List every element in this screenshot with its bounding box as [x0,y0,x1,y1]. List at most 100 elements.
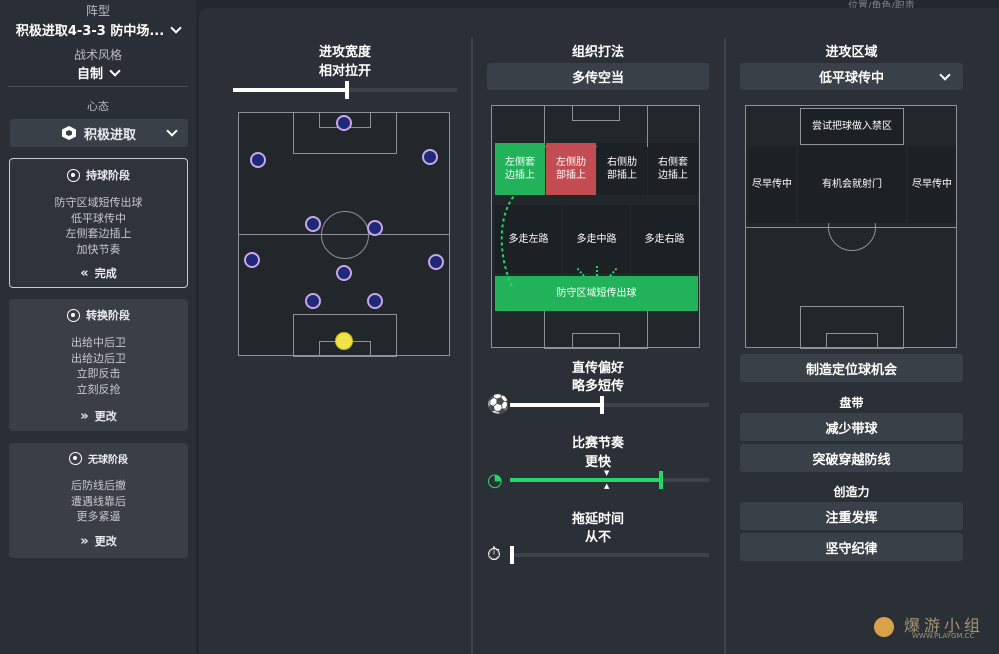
instruction-item: 左侧套边插上 [65,227,132,240]
phase-header: 持球阶段 [10,167,187,183]
double-chevron-right-icon: » [80,534,89,549]
instruction-item: 防守区域短传出球 [54,196,143,209]
column-divider [724,38,726,654]
dribble-less-label: 减少带球 [825,421,878,437]
phase-card-in-possession[interactable]: 持球阶段 防守区域短传出球 低平球传中 左侧套边插上 加快节奏 « 完成 [9,158,188,288]
set-piece-button[interactable]: 制造定位球机会 [740,354,963,382]
run-at-defence-button[interactable]: 突破穿越防线 [740,444,963,472]
zone-cross-early-right[interactable]: 尽早传中 [908,146,956,223]
chevron-down-icon [170,22,182,34]
tempo-recommended-marker: ▼ [604,469,610,477]
chevron-down-icon [109,65,121,77]
mentality-value: 积极进取 [83,127,136,143]
attack-width-slider-fill [233,88,345,92]
player-marker-rw[interactable] [422,149,438,165]
attack-width-value: 相对拉开 [318,64,371,79]
set-piece-label: 制造定位球机会 [805,362,897,378]
style-value: 自制 [76,67,103,82]
build-up-pitch: 左侧套 边插上 左侧肋 部插上 右侧肋 部插上 右侧套 边插上 多走左路 多走中… [491,105,700,349]
phase-card-out-of-possession[interactable]: 无球阶段 后防线后撤 遭遇线靠后 更多紧逼 » 更改 [9,443,188,558]
instruction-item: 后防线后撤 [71,479,126,492]
creativity-label: 创造力 [833,485,870,499]
double-chevron-right-icon: » [80,409,89,424]
mentality-icon [61,126,76,140]
tempo-title: 比赛节奏 [571,436,624,451]
transition-icon [67,308,80,322]
time-wasting-slider-handle[interactable] [510,546,514,564]
phase-title: 持球阶段 [86,169,130,182]
player-marker-st[interactable] [336,115,352,131]
watermark-url: WWW.PLAYGM.CC [912,632,975,640]
formation-value: 积极进取4-3-3 防中场... [15,24,165,39]
phase-change-button[interactable]: » 更改 [9,533,188,549]
build-up-value: 多传空当 [571,71,624,86]
time-wasting-title: 拖延时间 [571,512,624,527]
build-up-title: 组织打法 [571,45,624,60]
time-wasting-value: 从不 [584,530,611,545]
zone-shoot-on-sight[interactable]: 有机会就射门 [798,146,906,223]
player-marker-cm-left[interactable] [305,216,321,232]
time-wasting-slider-track[interactable] [510,553,709,557]
phase-card-transition[interactable]: 转换阶段 出给中后卫 出给边后卫 立即反击 立刻反抢 » 更改 [9,299,188,431]
player-marker-gk[interactable] [335,332,353,350]
style-selector[interactable]: 自制 [0,63,196,82]
passing-directness-title: 直传偏好 [571,361,624,376]
be-expressive-label: 注重发挥 [825,510,878,526]
player-marker-cb-right[interactable] [367,293,383,309]
tempo-slider-handle[interactable] [659,471,663,489]
phase-action-label: 更改 [94,410,117,423]
passing-slider-fill [510,403,600,407]
attacking-zone-pitch: 尝试把球做入禁区 尽早传中 有机会就射门 尽早传中 [745,105,957,349]
attack-width-title: 进攻宽度 [318,45,371,60]
attacking-zone-dropdown[interactable]: 低平球传中 [740,63,963,90]
run-at-defence-label: 突破穿越防线 [812,452,891,468]
instruction-item: 更多紧逼 [76,510,121,523]
column-divider [471,38,473,654]
style-label: 战术风格 [73,48,122,62]
goal-box-bottom [826,333,878,349]
attack-width-slider-handle[interactable] [345,81,349,99]
mentality-label: 心态 [87,100,109,113]
tactics-main-panel: 进攻宽度 相对拉开 组织打法 多传空当 左侧套 边插上 左侧肋 部插上 右侧肋 … [199,8,999,654]
player-marker-cm-right[interactable] [367,220,383,236]
phase-instructions: 出给中后卫 出给边后卫 立即反击 立刻反抢 [9,335,188,397]
phase-header: 无球阶段 [9,451,188,466]
passing-slider-handle[interactable] [600,396,604,414]
instruction-item: 立刻反抢 [76,382,121,396]
dribble-less-button[interactable]: 减少带球 [740,413,963,441]
watermark: 爆游小组 WWW.PLAYGM.CC [868,612,984,640]
player-marker-dm[interactable] [336,265,352,281]
instruction-item: 低平球传中 [71,211,126,225]
formation-pitch [238,112,450,357]
mentality-dropdown[interactable]: 积极进取 [10,119,188,147]
phase-action-label: 更改 [94,535,117,548]
player-marker-rb[interactable] [428,254,444,270]
chevron-down-icon [939,69,951,81]
zone-work-into-box[interactable]: 尝试把球做入禁区 [800,108,904,145]
phase-change-button[interactable]: » 更改 [9,408,188,424]
attacking-zone-value: 低平球传中 [818,71,884,86]
player-marker-lb[interactable] [244,252,260,268]
zone-cross-early-left[interactable]: 尽早传中 [748,146,796,223]
be-disciplined-button[interactable]: 坚守纪律 [740,533,963,561]
stopwatch-icon: ⏱ [487,544,502,565]
phase-done-button[interactable]: « 完成 [10,265,187,281]
formation-selector[interactable]: 积极进取4-3-3 防中场... [0,20,196,39]
speedometer-icon: ◔ [487,470,503,491]
player-marker-lw[interactable] [250,152,266,168]
instruction-item: 出给边后卫 [71,351,126,365]
phase-title: 无球阶段 [88,455,128,466]
ball-icon [67,168,80,182]
be-expressive-button[interactable]: 注重发挥 [740,502,963,530]
passing-directness-value: 略多短传 [571,379,624,394]
instruction-item: 加快节奏 [76,242,121,256]
instruction-item: 立即反击 [76,367,121,380]
formation-label: 阵型 [85,4,110,18]
football-icon: ⚽ [487,394,510,415]
instruction-item: 遭遇线靠后 [71,494,126,508]
tempo-slider-fill [510,478,659,482]
player-marker-cb-left[interactable] [305,293,321,309]
build-up-dropdown[interactable]: 多传空当 [487,63,709,90]
instruction-item: 出给中后卫 [71,336,126,349]
be-disciplined-label: 坚守纪律 [825,541,878,557]
